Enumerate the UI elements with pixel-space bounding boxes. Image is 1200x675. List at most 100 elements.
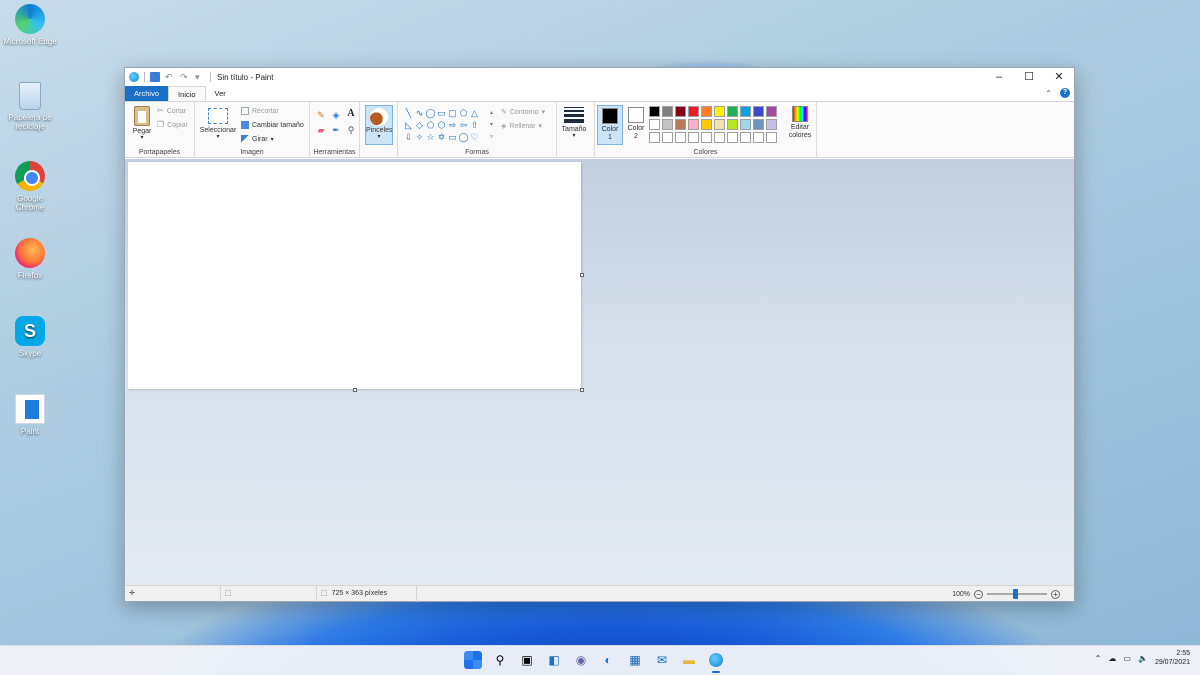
oval-shape-icon[interactable]: ◯ xyxy=(425,107,436,119)
resize-handle-corner[interactable] xyxy=(580,388,584,392)
paint-taskbar-icon[interactable] xyxy=(707,651,725,673)
palette-swatch[interactable] xyxy=(766,106,777,117)
outline-button[interactable]: ✎ Contorno ▾ xyxy=(501,108,545,117)
zoom-out-icon[interactable]: − xyxy=(974,589,983,599)
palette-swatch[interactable] xyxy=(766,119,777,130)
line-shape-icon[interactable]: ╲ xyxy=(403,107,414,119)
search-icon[interactable]: ⚲ xyxy=(491,651,509,669)
palette-swatch[interactable] xyxy=(688,106,699,117)
six-point-star-shape-icon[interactable]: ✡ xyxy=(436,131,447,143)
color-picker-icon[interactable]: ✒ xyxy=(329,123,343,137)
size-button[interactable]: Tamaño ▾ xyxy=(559,107,589,139)
resize-handle-right[interactable] xyxy=(580,273,584,277)
palette-swatch[interactable] xyxy=(649,119,660,130)
clock[interactable]: 2:55 29/07/2021 xyxy=(1155,649,1190,667)
polygon-shape-icon[interactable]: ⬠ xyxy=(458,107,469,119)
zoom-slider[interactable] xyxy=(987,589,1047,599)
edit-colors-button[interactable]: Editar colores xyxy=(785,106,815,140)
file-explorer-icon[interactable]: ▬ xyxy=(680,651,698,669)
network-icon[interactable]: ▭ xyxy=(1123,654,1131,663)
rotate-button[interactable]: Girar ▾ xyxy=(241,135,274,143)
desktop-icon-recycle-bin[interactable]: Papelera de reciclaje xyxy=(2,82,58,131)
desktop-icon-firefox[interactable]: Firefox xyxy=(2,238,58,280)
resize-handle-bottom[interactable] xyxy=(353,388,357,392)
palette-swatch[interactable] xyxy=(688,132,699,143)
shapes-scroll[interactable]: ▴ ▾ ▿ xyxy=(490,107,496,143)
palette-swatch[interactable] xyxy=(740,106,751,117)
palette-swatch[interactable] xyxy=(675,119,686,130)
tab-file[interactable]: Archivo xyxy=(125,86,169,101)
close-icon[interactable]: ✕ xyxy=(1044,68,1074,86)
callout-rect-shape-icon[interactable]: ▭ xyxy=(447,131,458,143)
palette-swatch[interactable] xyxy=(714,132,725,143)
palette-swatch[interactable] xyxy=(649,106,660,117)
palette-swatch[interactable] xyxy=(727,132,738,143)
redo-icon[interactable]: ↷ xyxy=(180,72,190,82)
zoom-slider-thumb[interactable] xyxy=(1013,589,1018,599)
four-point-star-shape-icon[interactable]: ✧ xyxy=(414,131,425,143)
color-1-button[interactable]: Color 1 xyxy=(597,105,623,145)
desktop-icon-chrome[interactable]: Google Chrome xyxy=(2,161,58,212)
rounded-rectangle-shape-icon[interactable]: ▢ xyxy=(447,107,458,119)
hexagon-shape-icon[interactable]: ⬡ xyxy=(436,119,447,131)
resize-button[interactable]: Cambiar tamaño xyxy=(241,121,304,129)
copy-button[interactable]: ❐ Copiar xyxy=(157,121,188,129)
tab-view[interactable]: Ver xyxy=(206,86,235,101)
palette-swatch[interactable] xyxy=(675,132,686,143)
maximize-icon[interactable]: ☐ xyxy=(1014,68,1044,86)
palette-swatch[interactable] xyxy=(753,106,764,117)
rectangle-shape-icon[interactable]: ▭ xyxy=(436,107,447,119)
select-button[interactable]: Seleccionar ▾ xyxy=(199,108,237,140)
desktop-icon-skype[interactable]: S Skype xyxy=(2,316,58,358)
palette-swatch[interactable] xyxy=(727,106,738,117)
palette-swatch[interactable] xyxy=(766,132,777,143)
zoom-in-icon[interactable]: + xyxy=(1051,589,1060,599)
palette-swatch[interactable] xyxy=(740,132,751,143)
scroll-down-icon[interactable]: ▾ xyxy=(490,119,496,131)
widgets-icon[interactable]: ◧ xyxy=(545,651,563,669)
diamond-shape-icon[interactable]: ◇ xyxy=(414,119,425,131)
chat-icon[interactable]: ◉ xyxy=(572,651,590,669)
palette-swatch[interactable] xyxy=(701,106,712,117)
pencil-icon[interactable]: ✎ xyxy=(314,108,328,122)
palette-swatch[interactable] xyxy=(753,119,764,130)
heart-shape-icon[interactable]: ♡ xyxy=(469,131,480,143)
right-arrow-shape-icon[interactable]: ⇨ xyxy=(447,119,458,131)
palette-swatch[interactable] xyxy=(675,106,686,117)
palette-swatch[interactable] xyxy=(688,119,699,130)
paint-logo-icon[interactable] xyxy=(129,72,139,82)
tab-home[interactable]: Inicio xyxy=(168,86,206,101)
show-hidden-icons-icon[interactable]: ⌃ xyxy=(1095,654,1102,663)
palette-swatch[interactable] xyxy=(714,119,725,130)
palette-swatch[interactable] xyxy=(649,132,660,143)
palette-swatch[interactable] xyxy=(727,119,738,130)
edge-icon[interactable]: ◐ xyxy=(599,651,617,669)
task-view-icon[interactable]: ▣ xyxy=(518,651,536,669)
left-arrow-shape-icon[interactable]: ⇦ xyxy=(458,119,469,131)
up-arrow-shape-icon[interactable]: ⇧ xyxy=(469,119,480,131)
help-icon[interactable]: ? xyxy=(1060,88,1070,98)
palette-swatch[interactable] xyxy=(753,132,764,143)
collapse-ribbon-icon[interactable]: ⌃ xyxy=(1045,89,1052,98)
store-icon[interactable]: ▦ xyxy=(626,651,644,669)
scroll-up-icon[interactable]: ▴ xyxy=(490,107,496,119)
mail-icon[interactable]: ✉ xyxy=(653,651,671,669)
expand-gallery-icon[interactable]: ▿ xyxy=(490,131,496,143)
triangle-shape-icon[interactable]: △ xyxy=(469,107,480,119)
save-icon[interactable] xyxy=(150,72,160,82)
cut-button[interactable]: ✂ Cortar xyxy=(157,107,186,115)
onedrive-icon[interactable]: ☁ xyxy=(1108,654,1116,663)
minimize-icon[interactable]: – xyxy=(984,68,1014,86)
magnifier-icon[interactable]: ⚲ xyxy=(344,123,358,137)
palette-swatch[interactable] xyxy=(701,119,712,130)
undo-icon[interactable]: ↶ xyxy=(165,72,175,82)
right-triangle-shape-icon[interactable]: ◺ xyxy=(403,119,414,131)
curve-shape-icon[interactable]: ∿ xyxy=(414,107,425,119)
palette-swatch[interactable] xyxy=(701,132,712,143)
palette-swatch[interactable] xyxy=(662,132,673,143)
text-tool-icon[interactable]: A xyxy=(344,108,358,122)
pentagon-shape-icon[interactable]: ⬠ xyxy=(425,119,436,131)
down-arrow-shape-icon[interactable]: ⇩ xyxy=(403,131,414,143)
palette-swatch[interactable] xyxy=(662,106,673,117)
color-2-button[interactable]: Color 2 xyxy=(623,105,649,145)
